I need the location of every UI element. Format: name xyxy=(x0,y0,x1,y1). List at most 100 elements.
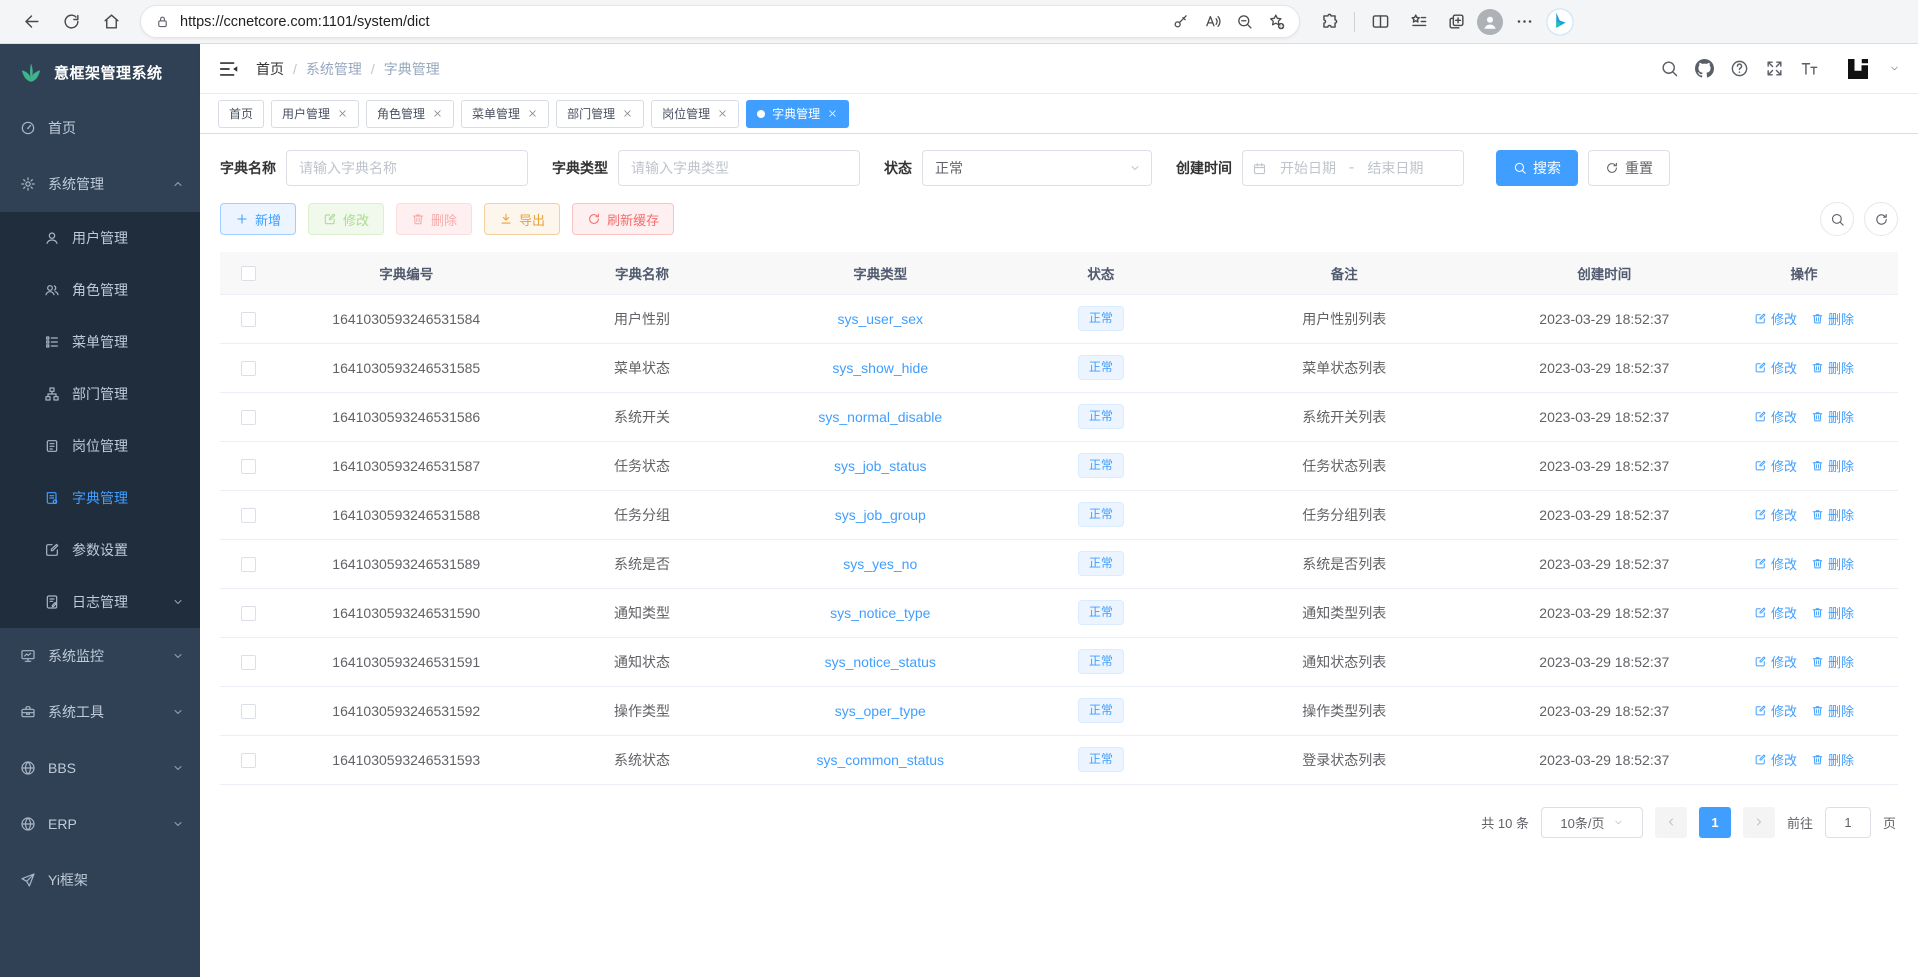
row-edit-link[interactable]: 修改 xyxy=(1754,603,1797,622)
tab-role-management[interactable]: 角色管理 xyxy=(366,100,454,128)
sidebar-item-system-monitor[interactable]: 系统监控 xyxy=(0,628,200,684)
row-edit-link[interactable]: 修改 xyxy=(1754,701,1797,720)
dict-type-link[interactable]: sys_job_status xyxy=(834,458,927,474)
sidebar-item-bbs[interactable]: BBS xyxy=(0,740,200,796)
dict-type-link[interactable]: sys_notice_status xyxy=(825,654,936,670)
dict-type-link[interactable]: sys_normal_disable xyxy=(818,409,942,425)
sidebar-item-user-management[interactable]: 用户管理 xyxy=(0,212,200,264)
browser-menu-icon[interactable] xyxy=(1507,5,1541,39)
reset-button[interactable]: 重置 xyxy=(1588,150,1670,186)
password-key-icon[interactable] xyxy=(1165,7,1195,37)
row-edit-link[interactable]: 修改 xyxy=(1754,750,1797,769)
tab-user-management[interactable]: 用户管理 xyxy=(271,100,359,128)
dict-name-input[interactable] xyxy=(286,150,528,186)
tab-dict-management[interactable]: 字典管理 xyxy=(746,100,849,128)
row-checkbox[interactable] xyxy=(241,508,256,523)
favorites-add-icon[interactable] xyxy=(1261,7,1291,37)
github-icon[interactable] xyxy=(1695,59,1714,78)
dict-type-link[interactable]: sys_job_group xyxy=(835,507,926,523)
tab-dept-management[interactable]: 部门管理 xyxy=(556,100,644,128)
refresh-table-button[interactable] xyxy=(1864,202,1898,236)
select-all-checkbox[interactable] xyxy=(241,266,256,281)
search-icon[interactable] xyxy=(1660,59,1679,78)
fullscreen-icon[interactable] xyxy=(1765,59,1784,78)
help-icon[interactable] xyxy=(1730,59,1749,78)
row-delete-link[interactable]: 删除 xyxy=(1811,407,1854,426)
date-range-picker[interactable]: - xyxy=(1242,150,1464,186)
sidebar-item-erp[interactable]: ERP xyxy=(0,796,200,852)
tab-menu-management[interactable]: 菜单管理 xyxy=(461,100,549,128)
address-bar[interactable]: https://ccnetcore.com:1101/system/dict xyxy=(140,5,1300,38)
row-edit-link[interactable]: 修改 xyxy=(1754,407,1797,426)
row-delete-link[interactable]: 删除 xyxy=(1811,505,1854,524)
row-edit-link[interactable]: 修改 xyxy=(1754,554,1797,573)
edit-button[interactable]: 修改 xyxy=(308,203,384,235)
chevron-down-icon[interactable] xyxy=(1889,63,1900,74)
sidebar-collapse-icon[interactable] xyxy=(218,58,240,80)
row-delete-link[interactable]: 删除 xyxy=(1811,309,1854,328)
sidebar-item-log-management[interactable]: 日志管理 xyxy=(0,576,200,628)
search-button[interactable]: 搜索 xyxy=(1496,150,1578,186)
export-button[interactable]: 导出 xyxy=(484,203,560,235)
browser-reload-button[interactable] xyxy=(54,5,88,39)
row-checkbox[interactable] xyxy=(241,655,256,670)
page-size-select[interactable]: 10条/页 xyxy=(1541,807,1643,838)
browser-home-button[interactable] xyxy=(94,5,128,39)
dict-type-link[interactable]: sys_user_sex xyxy=(837,311,923,327)
row-edit-link[interactable]: 修改 xyxy=(1754,505,1797,524)
sidebar-item-menu-management[interactable]: 菜单管理 xyxy=(0,316,200,368)
row-checkbox[interactable] xyxy=(241,312,256,327)
url-text[interactable]: https://ccnetcore.com:1101/system/dict xyxy=(180,14,1165,30)
row-delete-link[interactable]: 删除 xyxy=(1811,652,1854,671)
next-page-button[interactable] xyxy=(1743,807,1775,838)
row-checkbox[interactable] xyxy=(241,361,256,376)
sidebar-item-system-tools[interactable]: 系统工具 xyxy=(0,684,200,740)
row-edit-link[interactable]: 修改 xyxy=(1754,652,1797,671)
row-delete-link[interactable]: 删除 xyxy=(1811,554,1854,573)
row-edit-link[interactable]: 修改 xyxy=(1754,358,1797,377)
tab-post-management[interactable]: 岗位管理 xyxy=(651,100,739,128)
row-checkbox[interactable] xyxy=(241,410,256,425)
sidebar-item-param-settings[interactable]: 参数设置 xyxy=(0,524,200,576)
row-edit-link[interactable]: 修改 xyxy=(1754,456,1797,475)
sidebar-item-post-management[interactable]: 岗位管理 xyxy=(0,420,200,472)
prev-page-button[interactable] xyxy=(1655,807,1687,838)
collections-icon[interactable] xyxy=(1401,5,1435,39)
split-screen-icon[interactable] xyxy=(1363,5,1397,39)
current-page-button[interactable]: 1 xyxy=(1699,807,1731,838)
browser-back-button[interactable] xyxy=(14,5,48,39)
font-size-icon[interactable] xyxy=(1800,59,1819,78)
extensions-icon[interactable] xyxy=(1312,5,1346,39)
tab-home[interactable]: 首页 xyxy=(218,100,264,128)
row-checkbox[interactable] xyxy=(241,557,256,572)
add-button[interactable]: 新增 xyxy=(220,203,296,235)
show-search-toggle-button[interactable] xyxy=(1820,202,1854,236)
dict-type-link[interactable]: sys_notice_type xyxy=(830,605,930,621)
dict-type-input[interactable] xyxy=(618,150,860,186)
status-select[interactable]: 正常 xyxy=(922,150,1152,186)
row-delete-link[interactable]: 删除 xyxy=(1811,750,1854,769)
row-checkbox[interactable] xyxy=(241,606,256,621)
end-date-input[interactable] xyxy=(1360,160,1430,176)
refresh-cache-button[interactable]: 刷新缓存 xyxy=(572,203,674,235)
start-date-input[interactable] xyxy=(1273,160,1343,176)
sidebar-item-dict-management[interactable]: 字典管理 xyxy=(0,472,200,524)
row-checkbox[interactable] xyxy=(241,459,256,474)
sidebar-item-system-management[interactable]: 系统管理 xyxy=(0,156,200,212)
sidebar-item-home[interactable]: 首页 xyxy=(0,100,200,156)
row-delete-link[interactable]: 删除 xyxy=(1811,456,1854,475)
row-delete-link[interactable]: 删除 xyxy=(1811,358,1854,377)
browser-essentials-icon[interactable] xyxy=(1439,5,1473,39)
delete-button[interactable]: 删除 xyxy=(396,203,472,235)
read-aloud-icon[interactable] xyxy=(1197,7,1227,37)
profile-avatar[interactable] xyxy=(1477,9,1503,35)
row-checkbox[interactable] xyxy=(241,753,256,768)
bing-chat-icon[interactable] xyxy=(1545,7,1575,37)
row-delete-link[interactable]: 删除 xyxy=(1811,701,1854,720)
dict-type-link[interactable]: sys_show_hide xyxy=(832,360,928,376)
dict-type-link[interactable]: sys_oper_type xyxy=(835,703,926,719)
app-logo[interactable]: 意框架管理系统 xyxy=(0,44,200,100)
user-avatar-logo[interactable] xyxy=(1843,54,1873,84)
row-edit-link[interactable]: 修改 xyxy=(1754,309,1797,328)
sidebar-item-dept-management[interactable]: 部门管理 xyxy=(0,368,200,420)
